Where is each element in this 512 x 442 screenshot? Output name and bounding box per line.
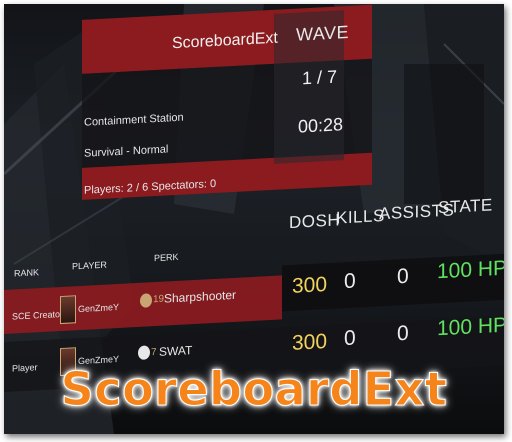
col-perk: PERK	[154, 251, 179, 264]
row-dosh: 300	[292, 273, 328, 298]
game-screenshot: ScoreboardExt WAVE 1 / 7 Containment Sta…	[4, 4, 504, 434]
row-assists: 0	[397, 264, 409, 289]
row-assists: 0	[397, 321, 409, 346]
match-time: 00:28	[298, 114, 344, 137]
wave-label: WAVE	[296, 21, 350, 45]
row-kills: 0	[344, 326, 356, 351]
col-kills: KILLS	[336, 206, 385, 228]
row-perk-level: 19	[153, 293, 165, 306]
avatar	[60, 295, 76, 325]
col-player: PLAYER	[72, 259, 107, 272]
row-state: 100 HP	[437, 256, 504, 284]
banner-title: ScoreboardExt	[60, 362, 448, 417]
col-state: STATE	[438, 195, 493, 218]
wave-value: 1 / 7	[302, 66, 338, 89]
row-perk-level: 7	[151, 347, 157, 359]
col-dosh: DOSH	[289, 210, 341, 233]
col-rank: RANK	[14, 267, 40, 279]
row-kills: 0	[344, 269, 356, 294]
row-state: 100 HP	[437, 313, 504, 341]
row-perk: SWAT	[159, 343, 193, 359]
row-dosh: 300	[292, 330, 328, 355]
